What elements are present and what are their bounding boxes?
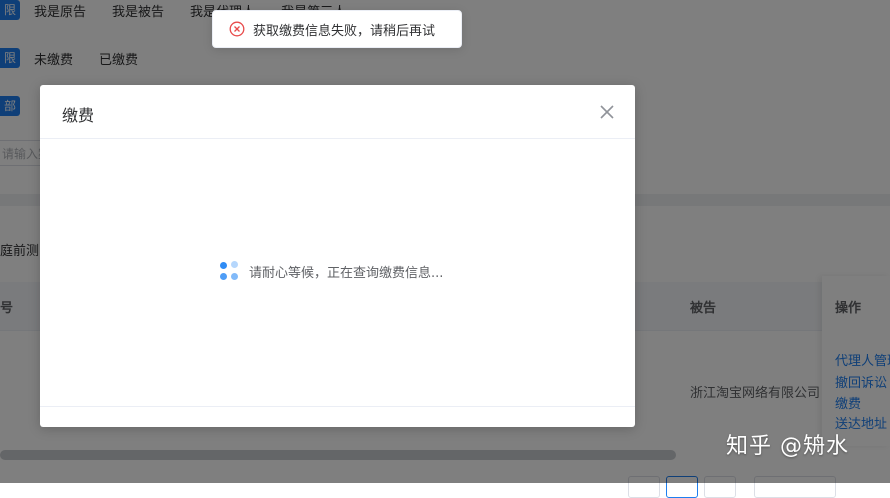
close-icon[interactable] (598, 103, 616, 121)
watermark: 知乎 @矪水 (726, 434, 849, 459)
dialog-header: 缴费 (40, 85, 635, 139)
loading-indicator: 请耐心等候，正在查询缴费信息... (220, 261, 443, 281)
toast-message: 获取缴费信息失败，请稍后再试 (253, 23, 436, 39)
payment-dialog: 缴费 请耐心等候，正在查询缴费信息... (40, 85, 635, 427)
loading-text: 请耐心等候，正在查询缴费信息... (249, 265, 444, 281)
error-circle-icon (229, 21, 245, 37)
dialog-footer-divider (40, 406, 635, 407)
loading-spinner-icon (220, 261, 240, 281)
dialog-title: 缴费 (62, 106, 95, 125)
error-toast: 获取缴费信息失败，请稍后再试 (212, 10, 462, 48)
